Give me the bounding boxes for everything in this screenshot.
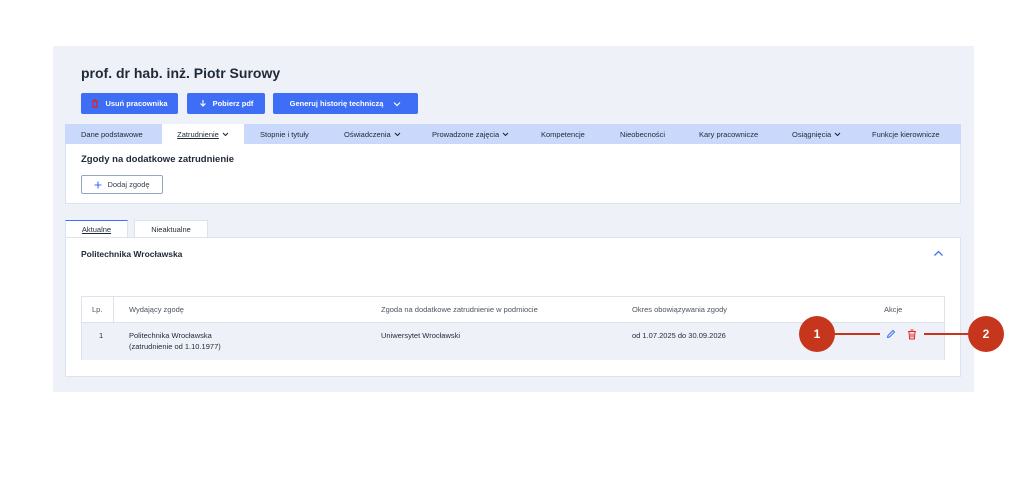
nav-oswiadczenia[interactable]: Oświadczenia (344, 124, 401, 144)
add-consent-button[interactable]: Dodaj zgodę (81, 175, 163, 194)
section-title: Zgody na dodatkowe zatrudnienie (81, 154, 235, 165)
col-lp: Lp. (92, 305, 103, 314)
trash-icon (908, 329, 916, 339)
nav-stopnie-tytuly[interactable]: Stopnie i tytuły (260, 124, 309, 144)
callout-2: 2 (968, 316, 1004, 352)
employee-nav: Dane podstawowe Zatrudnienie Stopnie i t… (65, 124, 961, 144)
add-consent-label: Dodaj zgodę (107, 180, 150, 189)
cell-issuer-line1: Politechnika Wrocławska (129, 331, 212, 340)
pencil-icon (886, 329, 896, 339)
nav-funkcje-kierownicze[interactable]: Funkcje kierownicze (872, 124, 940, 144)
col-actions: Akcje (884, 305, 903, 314)
cell-lp: 1 (99, 331, 104, 340)
page-title: prof. dr hab. inż. Piotr Surowy (81, 65, 281, 81)
delete-employee-button[interactable]: Usuń pracownika (81, 93, 178, 114)
delete-button[interactable] (906, 328, 918, 340)
nav-prowadzone-zajecia[interactable]: Prowadzone zajęcia (432, 124, 509, 144)
nav-osiagniecia[interactable]: Osiągnięcia (792, 124, 841, 144)
card-title: Politechnika Wrocławska (81, 249, 183, 259)
nav-zatrudnienie[interactable]: Zatrudnienie (162, 124, 244, 144)
delete-employee-label: Usuń pracownika (105, 99, 168, 108)
chevron-down-icon (394, 132, 401, 136)
trash-icon (92, 99, 99, 108)
callout-2-leader (924, 333, 970, 335)
nav-kompetencje[interactable]: Kompetencje (541, 124, 585, 144)
download-icon (199, 100, 206, 107)
chevron-down-icon (834, 132, 841, 136)
chevron-down-icon (502, 132, 509, 136)
col-entity: Zgoda na dodatkowe zatrudnienie w podmio… (381, 305, 538, 314)
section-panel (65, 144, 961, 204)
tab-nieaktualne[interactable]: Nieaktualne (134, 220, 208, 238)
chevron-down-icon (393, 101, 401, 106)
chevron-up-icon[interactable] (933, 250, 944, 257)
callout-1: 1 (799, 316, 835, 352)
col-issuer: Wydający zgodę (129, 305, 184, 314)
nav-kary-pracownicze[interactable]: Kary pracownicze (699, 124, 758, 144)
chevron-down-icon (222, 132, 229, 136)
cell-issuer-line2: (zatrudnienie od 1.10.1977) (129, 342, 221, 351)
generate-history-label: Generuj historię techniczą (289, 99, 384, 108)
plus-icon (94, 181, 102, 188)
cell-period: od 1.07.2025 do 30.09.2026 (632, 331, 726, 340)
callout-1-leader (834, 333, 880, 335)
download-pdf-label: Pobierz pdf (212, 99, 254, 108)
tab-aktualne[interactable]: Aktualne (65, 220, 128, 238)
edit-button[interactable] (885, 328, 897, 340)
download-pdf-button[interactable]: Pobierz pdf (187, 93, 265, 114)
cell-entity: Uniwersytet Wrocławski (381, 331, 461, 340)
col-period: Okres obowiązywania zgody (632, 305, 728, 314)
generate-history-button[interactable]: Generuj historię techniczą (273, 93, 418, 114)
nav-nieobecnosci[interactable]: Nieobecności (620, 124, 665, 144)
nav-dane-podstawowe[interactable]: Dane podstawowe (81, 124, 143, 144)
